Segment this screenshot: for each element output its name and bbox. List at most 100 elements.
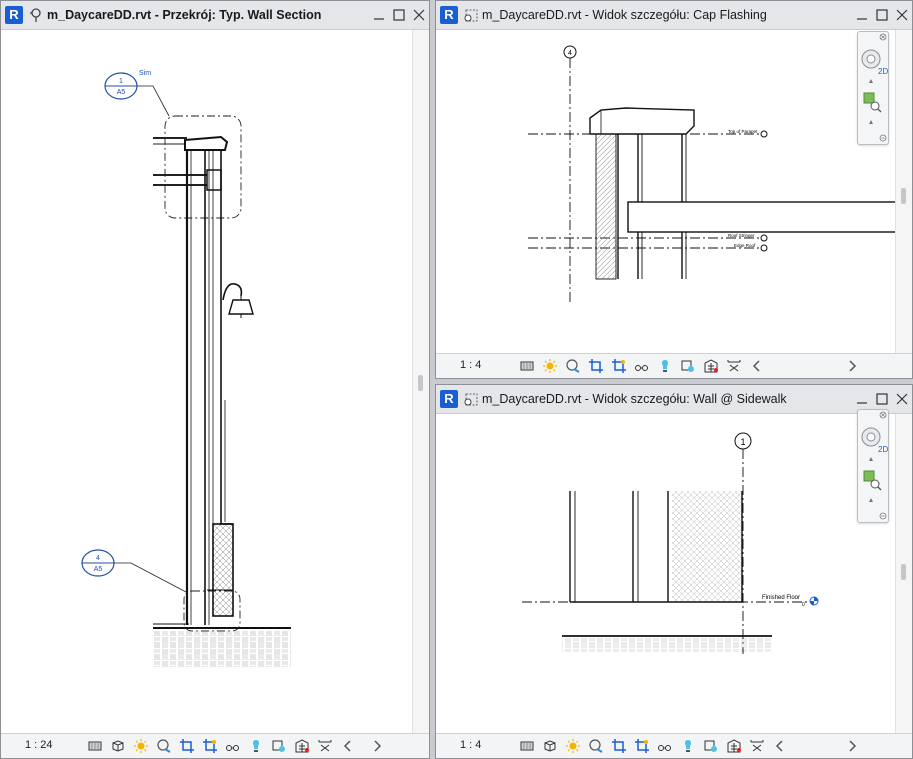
navigation-bar: 2D — [857, 31, 889, 145]
view-scale[interactable]: 1 : 4 — [460, 359, 481, 371]
view-control-bar: 1 : 4 — [436, 353, 912, 378]
scroll-left-icon[interactable] — [772, 738, 788, 754]
steering-wheel-label: 2D — [878, 445, 888, 454]
sun-path-icon[interactable] — [565, 738, 581, 754]
scroll-right-icon[interactable] — [844, 358, 860, 374]
grid-label: 4 — [568, 50, 572, 57]
wall-sidewalk-canvas[interactable]: 1 Finished Floor 0 — [436, 414, 898, 736]
section-view-title: m_DaycareDD.rvt - Przekrój: Typ. Wall Se… — [47, 8, 322, 22]
callout-bottom-sheet: A5 — [94, 566, 103, 573]
vertical-scrollbar[interactable] — [412, 30, 429, 734]
revit-logo-icon[interactable]: R — [440, 390, 458, 408]
level-head-icon[interactable] — [809, 596, 819, 606]
maximize-button[interactable] — [393, 8, 405, 21]
cap-flashing-canvas[interactable]: 4 Top of Parapet Roof Stringer Edge Roof — [436, 30, 898, 356]
cap-flashing-title: m_DaycareDD.rvt - Widok szczegółu: Cap F… — [482, 8, 767, 22]
minimize-button[interactable] — [373, 8, 385, 20]
section-drawing-canvas[interactable]: 1 A5 Sim 4 A5 — [1, 30, 415, 736]
reveal-hidden-icon[interactable] — [248, 738, 264, 754]
vertical-scrollbar[interactable] — [895, 414, 912, 734]
wall-sidewalk-title: m_DaycareDD.rvt - Widok szczegółu: Wall … — [482, 392, 787, 406]
wall-sidewalk-titlebar[interactable]: R m_DaycareDD.rvt - Widok szczegółu: Wal… — [436, 385, 912, 414]
analytical-model-icon[interactable] — [294, 738, 310, 754]
reveal-hidden-icon[interactable] — [657, 358, 673, 374]
crop-region-icon[interactable] — [611, 358, 627, 374]
analytical-model-icon[interactable] — [703, 358, 719, 374]
callout-top-sheet: A5 — [117, 89, 126, 96]
close-navbar-icon[interactable] — [879, 33, 887, 41]
highlight-displacement-icon[interactable] — [726, 358, 742, 374]
minimize-button[interactable] — [856, 8, 868, 20]
view-scale[interactable]: 1 : 4 — [460, 739, 481, 751]
level-name: Finished Floor — [762, 595, 800, 601]
view-scale[interactable]: 1 : 24 — [25, 739, 53, 751]
wall-lamp-icon — [222, 283, 254, 318]
zoom-region-icon[interactable] — [863, 470, 882, 491]
detail-level-icon[interactable] — [87, 738, 103, 754]
crop-region-icon[interactable] — [202, 738, 218, 754]
detail-level-icon[interactable] — [519, 738, 535, 754]
worksharing-icon[interactable] — [680, 358, 696, 374]
analytical-model-icon[interactable] — [726, 738, 742, 754]
close-button[interactable] — [413, 8, 425, 21]
section-view-titlebar[interactable]: R m_DaycareDD.rvt - Przekrój: Typ. Wall … — [1, 1, 429, 30]
customize-navbar-icon[interactable] — [879, 512, 887, 520]
crop-view-icon[interactable] — [179, 738, 195, 754]
steering-wheel-label: 2D — [878, 67, 888, 76]
temporary-hide-icon[interactable] — [634, 358, 650, 374]
callout-top-note: Sim — [139, 70, 151, 77]
highlight-displacement-icon[interactable] — [749, 738, 765, 754]
cap-flashing-titlebar[interactable]: R m_DaycareDD.rvt - Widok szczegółu: Cap… — [436, 1, 912, 30]
temporary-hide-icon[interactable] — [657, 738, 673, 754]
navigation-bar: 2D — [857, 409, 889, 523]
revit-logo-icon[interactable]: R — [440, 6, 458, 24]
shadows-icon[interactable] — [156, 738, 172, 754]
sun-path-icon[interactable] — [133, 738, 149, 754]
scroll-right-icon[interactable] — [369, 738, 385, 754]
minimize-button[interactable] — [856, 392, 868, 404]
visual-style-icon[interactable] — [110, 738, 126, 754]
close-button[interactable] — [896, 392, 908, 405]
maximize-button[interactable] — [876, 392, 888, 405]
shadows-icon[interactable] — [588, 738, 604, 754]
worksharing-icon[interactable] — [703, 738, 719, 754]
callout-bubble-top[interactable]: 1 A5 Sim — [104, 70, 170, 117]
level-value: 0 — [802, 602, 805, 608]
cap-flashing-window[interactable]: R m_DaycareDD.rvt - Widok szczegółu: Cap… — [435, 0, 913, 379]
maximize-button[interactable] — [876, 8, 888, 21]
worksharing-icon[interactable] — [271, 738, 287, 754]
crop-view-icon[interactable] — [611, 738, 627, 754]
sun-path-icon[interactable] — [542, 358, 558, 374]
steering-wheel-icon[interactable]: 2D — [861, 49, 888, 76]
callout-bubble-bottom[interactable]: 4 A5 — [81, 549, 187, 593]
revit-logo-icon[interactable]: R — [5, 6, 23, 24]
crop-view-icon[interactable] — [588, 358, 604, 374]
close-navbar-icon[interactable] — [879, 411, 887, 419]
callout-top-number: 1 — [119, 78, 123, 85]
vertical-scrollbar[interactable] — [895, 30, 912, 354]
crop-region-icon[interactable] — [634, 738, 650, 754]
shadows-icon[interactable] — [565, 358, 581, 374]
scroll-left-icon[interactable] — [749, 358, 765, 374]
customize-navbar-icon[interactable] — [879, 134, 887, 142]
temporary-hide-icon[interactable] — [225, 738, 241, 754]
zoom-region-icon[interactable] — [863, 92, 882, 113]
steering-wheel-icon[interactable]: 2D — [861, 427, 888, 454]
section-view-window[interactable]: R m_DaycareDD.rvt - Przekrój: Typ. Wall … — [0, 0, 430, 759]
detail-view-icon — [464, 9, 478, 22]
detail-view-icon — [464, 393, 478, 406]
scroll-left-icon[interactable] — [340, 738, 356, 754]
close-button[interactable] — [896, 8, 908, 21]
wall-sidewalk-window[interactable]: R m_DaycareDD.rvt - Widok szczegółu: Wal… — [435, 384, 913, 759]
level-roof-stringer: Roof Stringer — [728, 233, 755, 238]
highlight-displacement-icon[interactable] — [317, 738, 333, 754]
view-control-bar: 1 : 24 — [1, 733, 429, 758]
reveal-hidden-icon[interactable] — [680, 738, 696, 754]
level-top-of-parapet: Top of Parapet — [728, 129, 758, 134]
scroll-right-icon[interactable] — [844, 738, 860, 754]
visual-style-icon[interactable] — [542, 738, 558, 754]
section-view-icon — [30, 8, 41, 22]
callout-bottom-number: 4 — [96, 555, 100, 562]
view-control-bar: 1 : 4 — [436, 733, 912, 758]
detail-level-icon[interactable] — [519, 358, 535, 374]
